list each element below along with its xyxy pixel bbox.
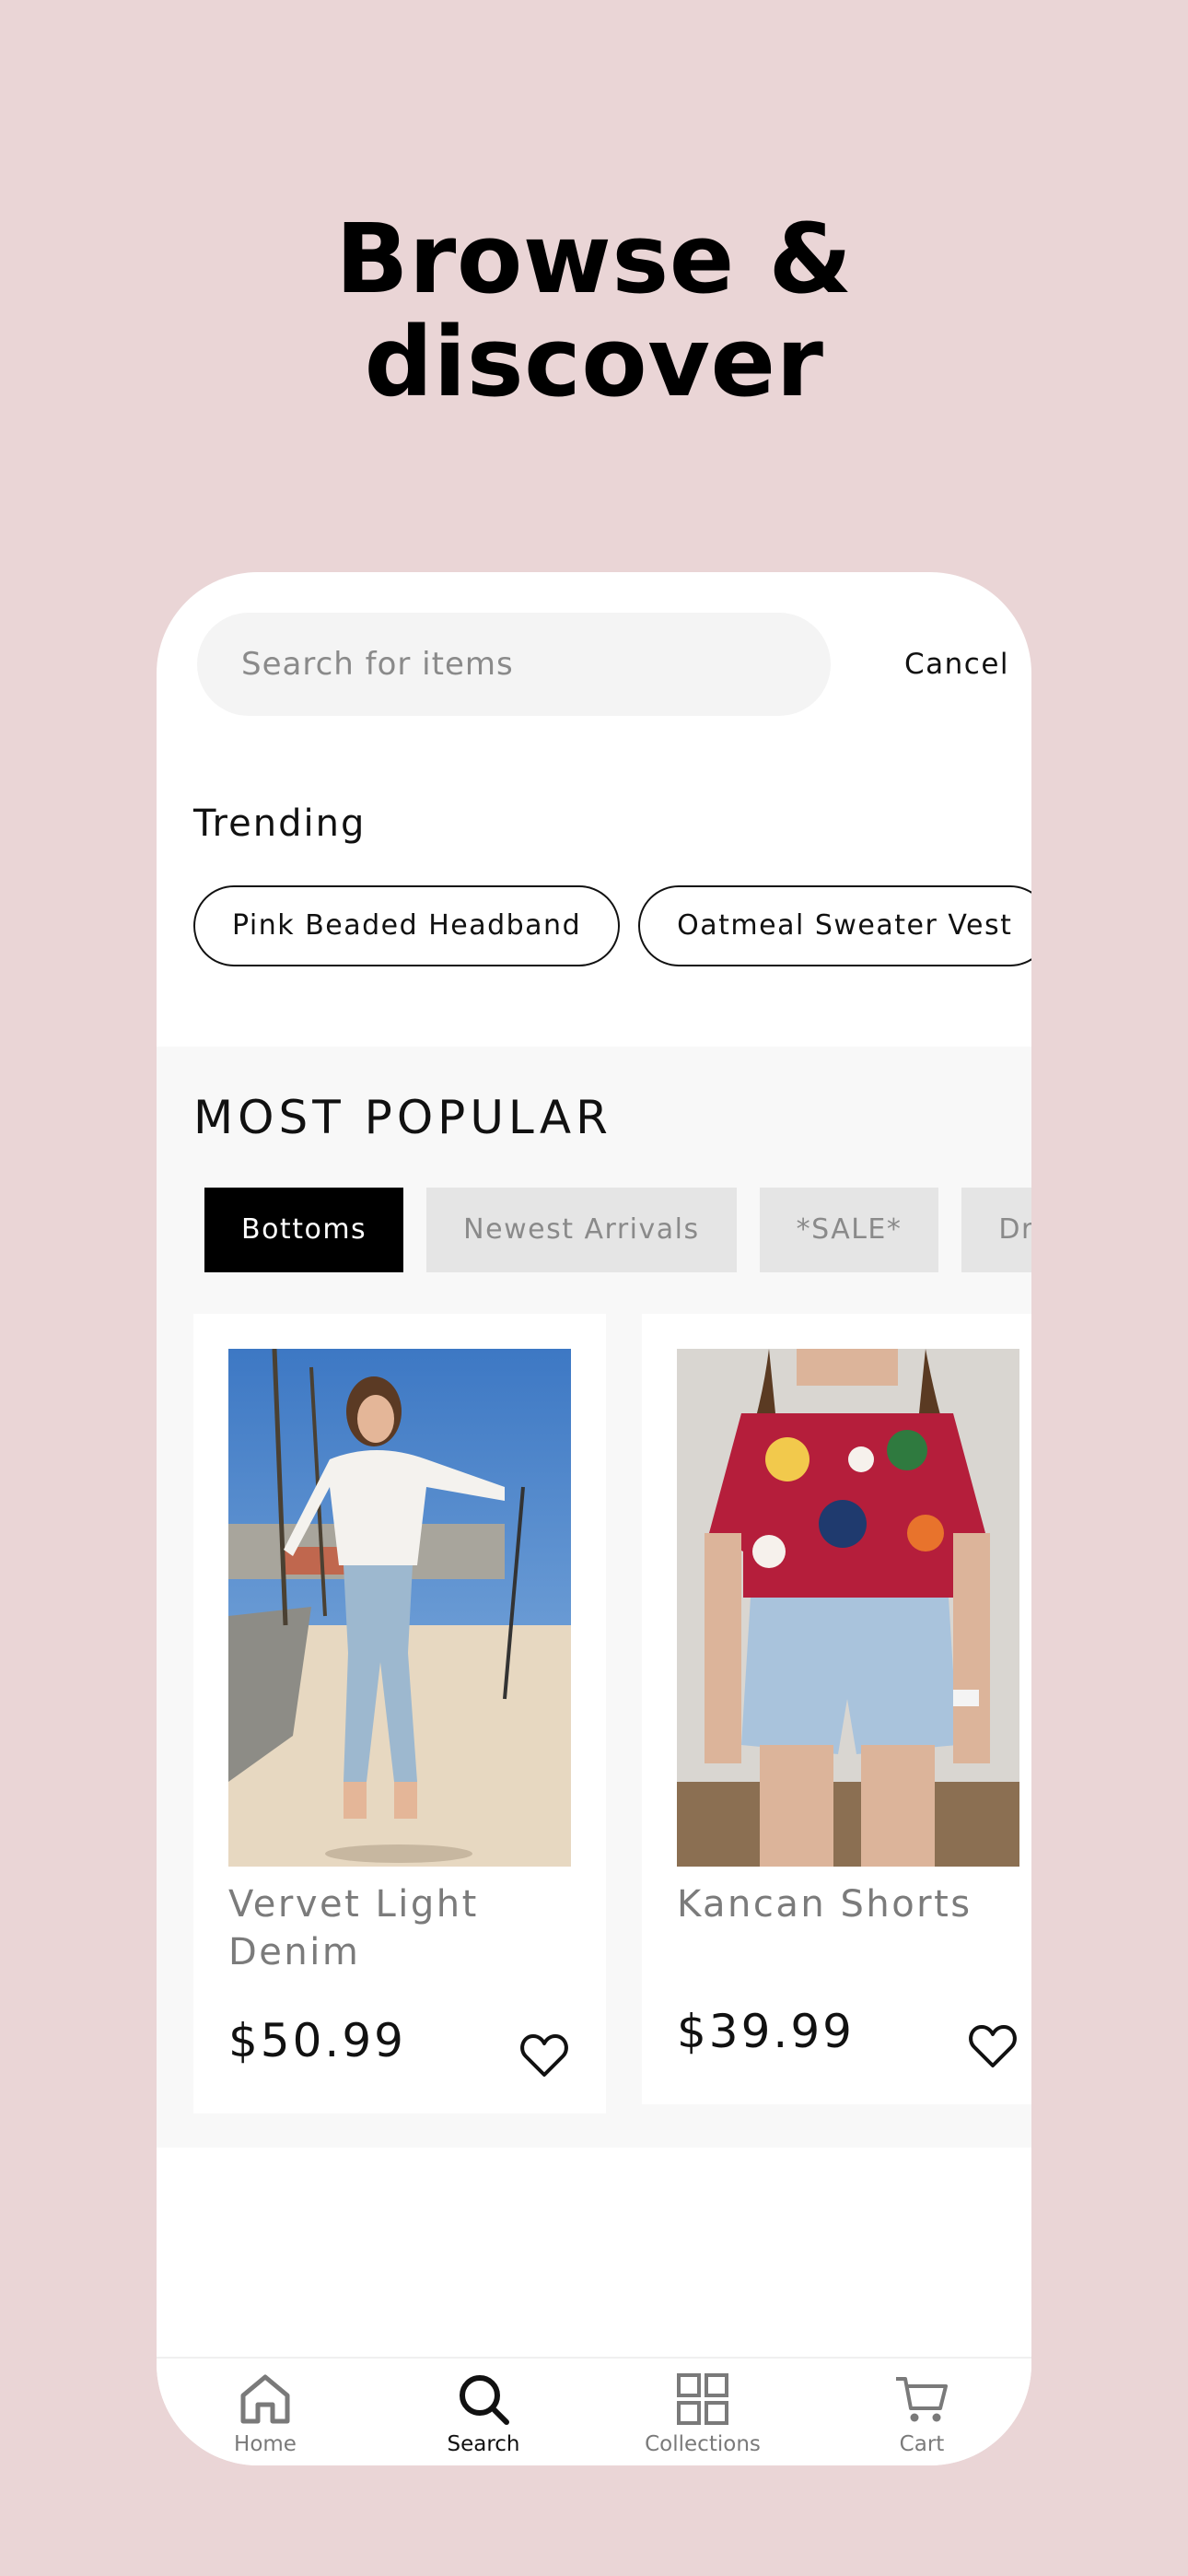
- product-card[interactable]: Vervet Light Denim $50.99: [193, 1314, 606, 2113]
- trending-chips: Pink Beaded Headband Oatmeal Sweater Vest: [193, 885, 1031, 966]
- heart-icon[interactable]: [519, 2032, 569, 2078]
- category-tabs: Bottoms Newest Arrivals *SALE* Dre: [204, 1188, 1031, 1272]
- nav-label: Collections: [645, 2432, 761, 2456]
- headline-line-2: discover: [364, 306, 824, 418]
- grid-icon: [677, 2373, 728, 2425]
- product-image[interactable]: [677, 1349, 1019, 1867]
- nav-label: Search: [447, 2432, 520, 2456]
- heart-icon[interactable]: [968, 2023, 1018, 2069]
- nav-label: Home: [234, 2432, 297, 2456]
- search-placeholder: Search for items: [241, 646, 514, 683]
- tab-bottoms[interactable]: Bottoms: [204, 1188, 404, 1272]
- nav-item-home[interactable]: Home: [173, 2371, 357, 2456]
- nav-item-cart[interactable]: Cart: [830, 2371, 1014, 2456]
- trending-chip[interactable]: Oatmeal Sweater Vest: [638, 885, 1031, 966]
- cart-icon: [896, 2377, 948, 2422]
- search-icon: [460, 2375, 509, 2425]
- most-popular-section: MOST POPULAR Bottoms Newest Arrivals *SALE…: [157, 1047, 1031, 2148]
- product-image[interactable]: [228, 1349, 571, 1867]
- product-price: $39.99: [677, 2005, 855, 2058]
- nav-item-search[interactable]: Search: [391, 2371, 576, 2456]
- headline: Browse & discover: [0, 207, 1188, 414]
- tab-dresses[interactable]: Dre: [961, 1188, 1031, 1272]
- cancel-button[interactable]: Cancel: [904, 613, 1009, 716]
- nav-label: Cart: [899, 2432, 945, 2456]
- product-name[interactable]: Kancan Shorts: [677, 1880, 1027, 1928]
- headline-line-1: Browse &: [335, 203, 853, 315]
- product-card[interactable]: Kancan Shorts $39.99: [642, 1314, 1031, 2104]
- trending-chip[interactable]: Pink Beaded Headband: [193, 885, 621, 966]
- tab-newest-arrivals[interactable]: Newest Arrivals: [426, 1188, 737, 1272]
- product-price: $50.99: [228, 2014, 406, 2067]
- bottom-nav: Home Search Collections Cart: [157, 2357, 1031, 2465]
- product-name[interactable]: Vervet Light Denim: [228, 1880, 578, 1976]
- trending-title: Trending: [193, 802, 367, 845]
- search-bar: Search for items Cancel: [197, 613, 1031, 716]
- nav-item-collections[interactable]: Collections: [611, 2371, 795, 2456]
- tab-sale[interactable]: *SALE*: [759, 1188, 939, 1272]
- section-title: MOST POPULAR: [193, 1091, 612, 1144]
- phone-screen: Search for items Cancel Trending Pink Be…: [157, 572, 1031, 2465]
- home-icon: [240, 2374, 290, 2424]
- search-input[interactable]: Search for items: [197, 613, 831, 716]
